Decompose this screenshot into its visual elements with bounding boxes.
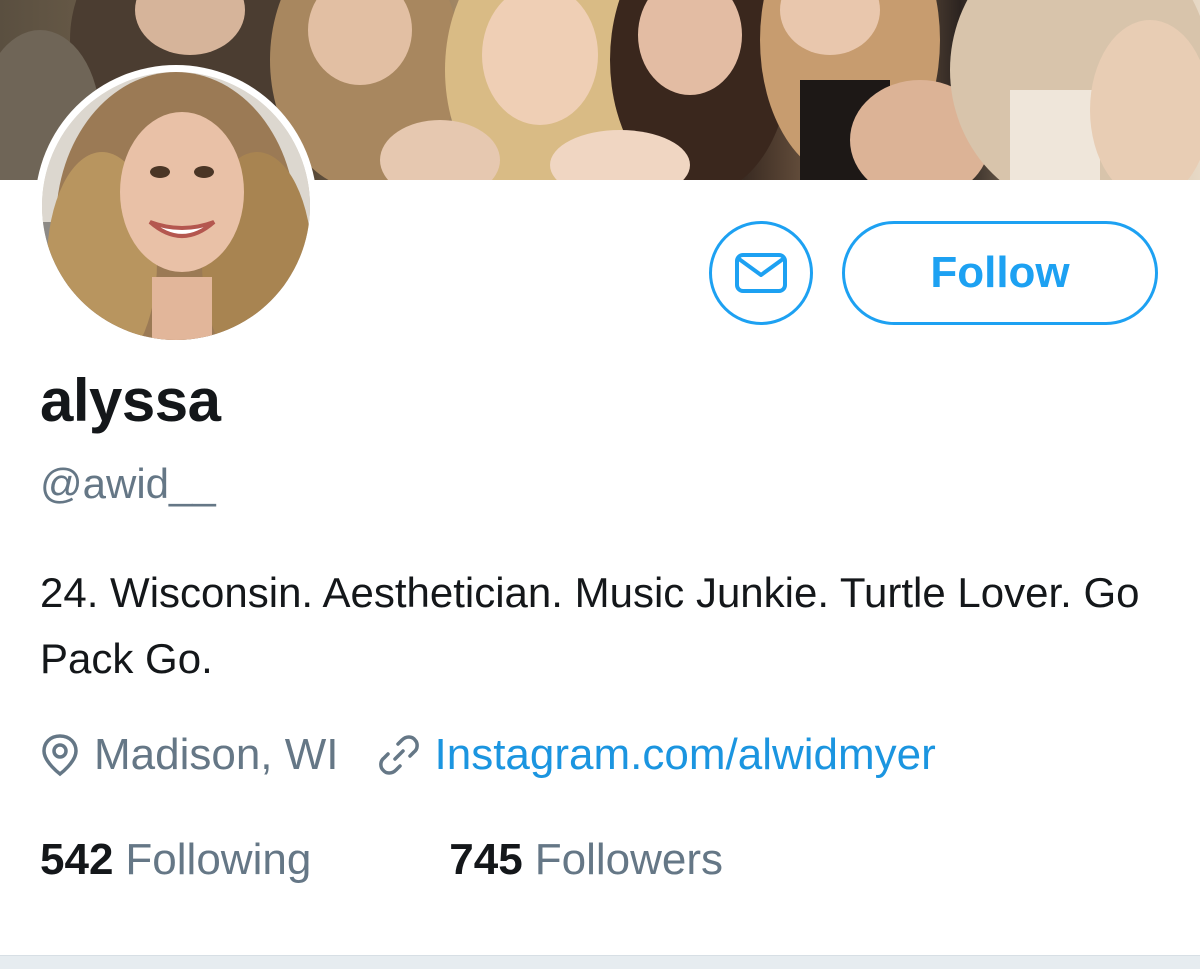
profile-avatar[interactable]: [35, 65, 317, 347]
followers-label: Followers: [534, 835, 723, 884]
map-pin-icon: [40, 732, 80, 778]
profile-meta-row: Madison, WI Instagram.com/alwidmyer: [40, 722, 936, 788]
avatar-photo-shapes: [42, 72, 310, 340]
avatar-photo: [42, 72, 310, 340]
section-divider: [0, 955, 1200, 969]
follow-button[interactable]: Follow: [842, 221, 1158, 325]
profile-location: Madison, WI: [94, 730, 339, 779]
link-icon: [377, 733, 421, 777]
display-name: alyssa: [40, 367, 221, 434]
user-handle: @awid__: [40, 460, 216, 507]
profile-stats: 542 Following 745 Followers: [40, 828, 723, 892]
message-button[interactable]: [709, 221, 813, 325]
followers-stat[interactable]: 745 Followers: [449, 835, 723, 885]
following-stat[interactable]: 542 Following: [40, 835, 311, 885]
following-label: Following: [125, 835, 312, 884]
profile-bio: 24. Wisconsin. Aesthetician. Music Junki…: [40, 569, 1140, 682]
envelope-icon: [733, 245, 789, 301]
following-count: 542: [40, 835, 114, 884]
profile-website-link[interactable]: Instagram.com/alwidmyer: [435, 730, 936, 780]
followers-count: 745: [449, 835, 523, 884]
